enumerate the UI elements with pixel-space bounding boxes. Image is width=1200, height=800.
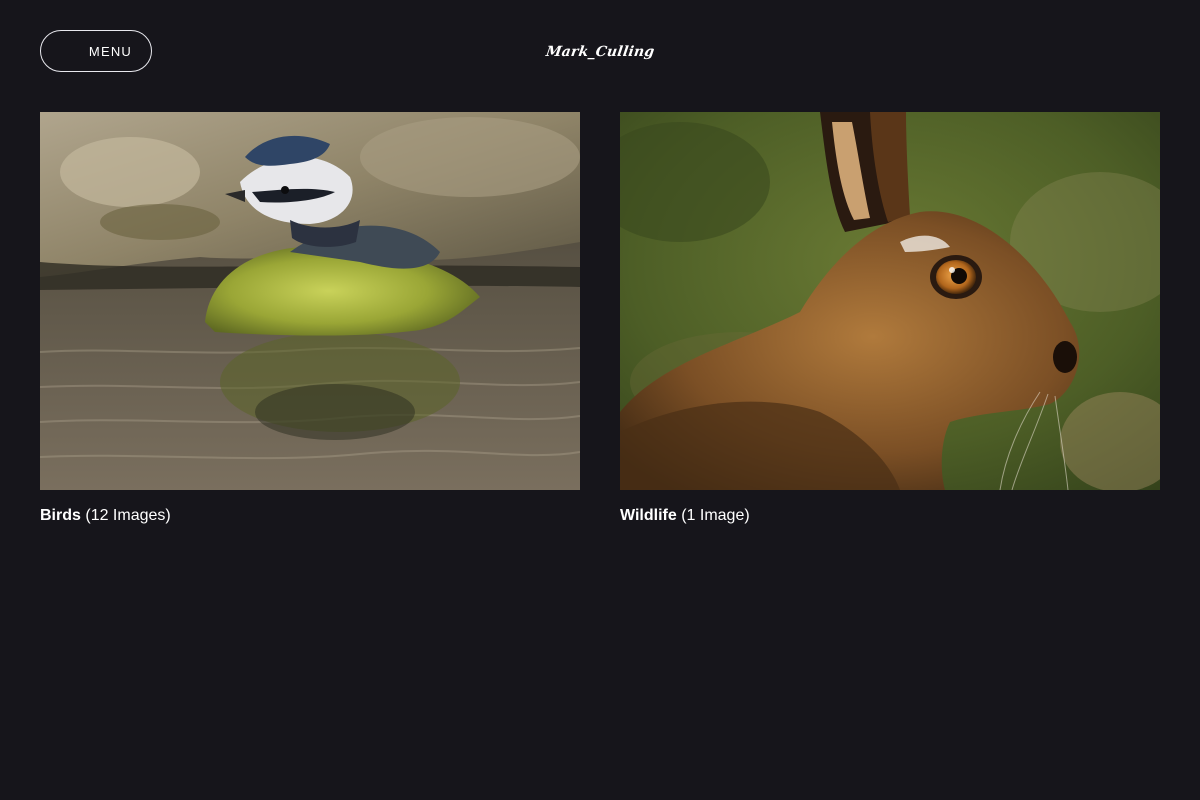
- gallery-item-birds[interactable]: Birds (12 Images): [40, 112, 580, 532]
- gallery-image-count: (12 Images): [85, 507, 171, 524]
- gallery-caption-birds[interactable]: Birds (12 Images): [40, 506, 580, 526]
- blue-tit-bathing-photo: [40, 112, 580, 490]
- site-logo[interactable]: Mark_Culling: [540, 38, 660, 66]
- site-logo-text: Mark_Culling: [544, 44, 656, 60]
- gallery-item-wildlife[interactable]: Wildlife (1 Image): [620, 112, 1160, 532]
- brown-hare-portrait-photo: [620, 112, 1160, 490]
- gallery-caption-wildlife[interactable]: Wildlife (1 Image): [620, 506, 1160, 526]
- menu-label: MENU: [88, 43, 132, 59]
- gallery-title: Birds: [40, 507, 81, 524]
- birds-thumbnail[interactable]: [40, 112, 580, 490]
- site-header: MENU Mark_Culling: [0, 0, 1200, 100]
- gallery-grid: Birds (12 Images) Wildlife (1 Image): [40, 112, 1160, 532]
- gallery-image-count: (1 Image): [681, 507, 750, 524]
- wildlife-thumbnail[interactable]: [620, 112, 1160, 490]
- gallery-title: Wildlife: [620, 507, 677, 524]
- menu-button[interactable]: MENU: [40, 30, 152, 72]
